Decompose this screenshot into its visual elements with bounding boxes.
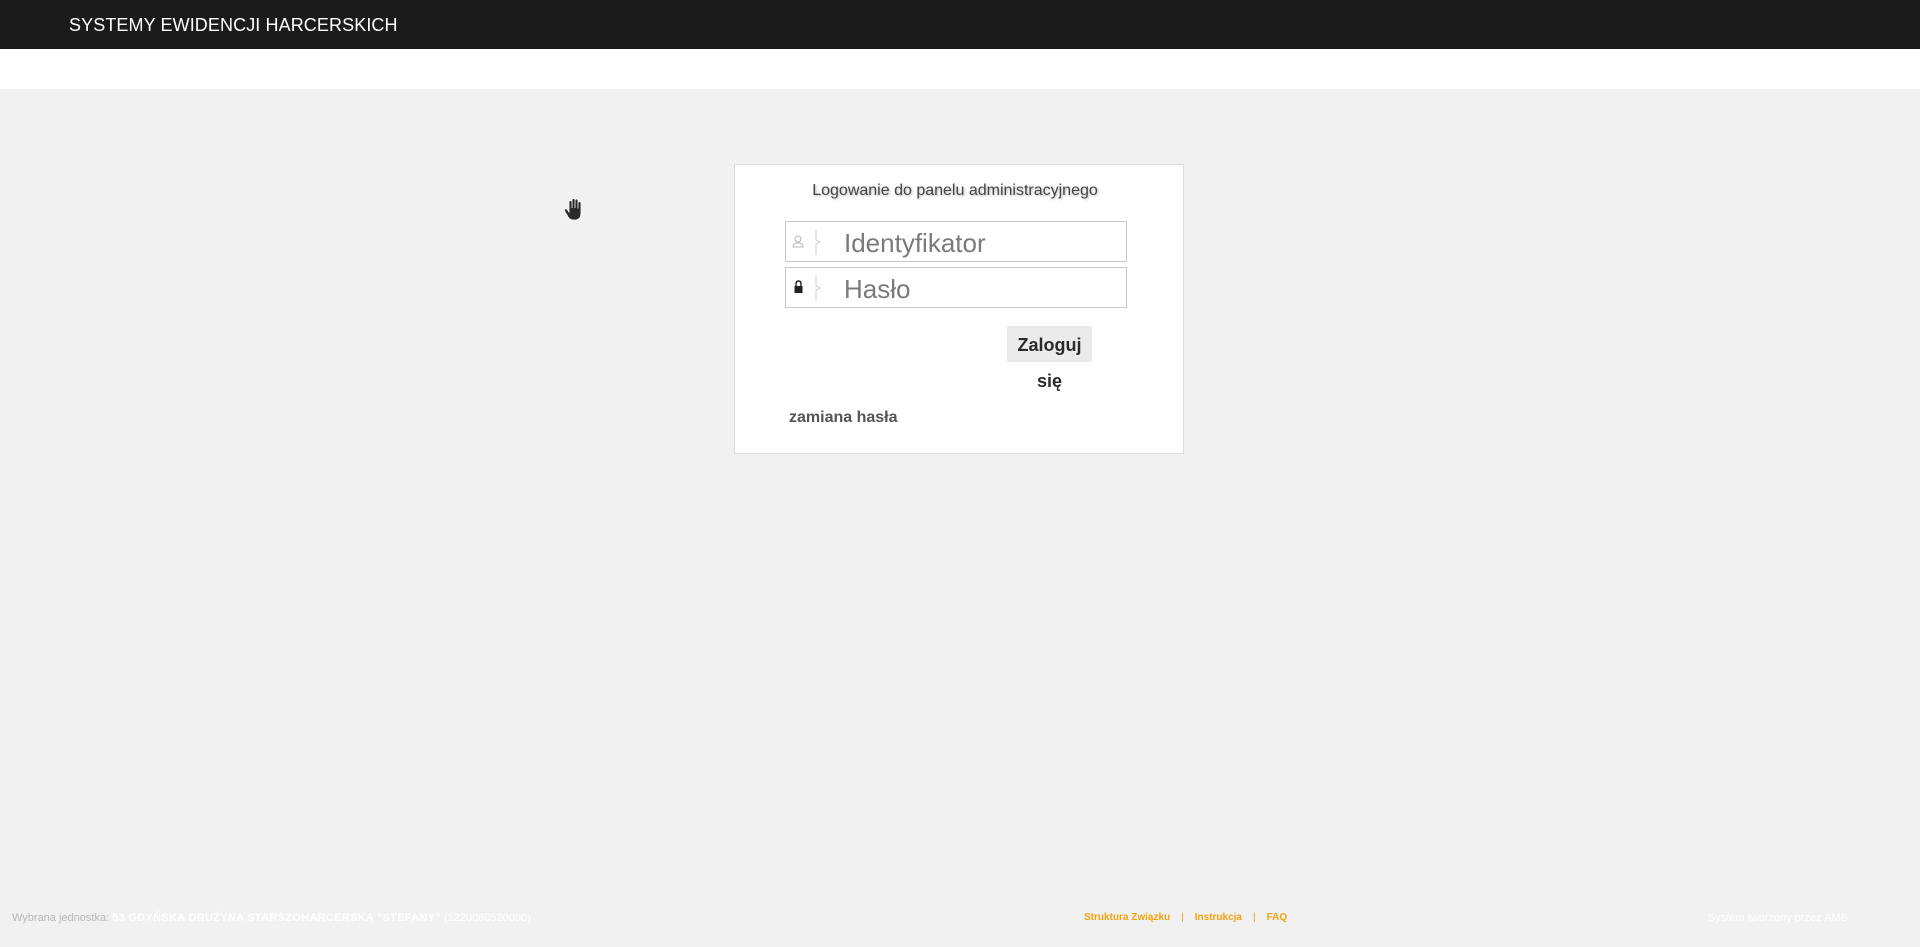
field-separator <box>815 229 822 255</box>
top-navigation-bar: SYSTEMY EWIDENCJI HARCERSKICH <box>0 0 1920 49</box>
footer-separator: | <box>1253 912 1256 923</box>
selected-unit-info: Wybrana jednostka: 53 GDYŃSKA DRUŻYNA ST… <box>12 912 531 924</box>
footer-links: Struktura Związku | Instrukcja | FAQ <box>1084 912 1287 923</box>
password-field[interactable]: Hasło <box>785 267 1127 308</box>
footer-link-structure[interactable]: Struktura Związku <box>1084 912 1170 923</box>
selected-unit-name: 53 GDYŃSKA DRUŻYNA STARSZOHARCERSKA "STE… <box>112 912 441 924</box>
change-password-link[interactable]: zamiana hasła <box>789 409 898 427</box>
footer-link-faq[interactable]: FAQ <box>1267 912 1288 923</box>
selected-unit-code: (1220060520000) <box>443 912 531 924</box>
footer-credits: System tworzony przez AMB <box>1708 912 1848 924</box>
login-title: Logowanie do panelu administracyjnego <box>812 182 1098 199</box>
username-input[interactable]: Identyfikator <box>844 228 986 259</box>
sub-header-bar <box>0 49 1920 89</box>
hand-cursor-icon <box>563 198 582 221</box>
field-separator <box>815 275 822 301</box>
password-input[interactable]: Hasło <box>844 274 910 305</box>
selected-unit-label: Wybrana jednostka: <box>12 912 110 924</box>
app-title: SYSTEMY EWIDENCJI HARCERSKICH <box>69 15 398 35</box>
login-panel: Logowanie do panelu administracyjnego Id… <box>734 164 1184 454</box>
footer-separator: | <box>1181 912 1184 923</box>
username-field[interactable]: Identyfikator <box>785 221 1127 262</box>
login-button[interactable]: Zaloguj się <box>1007 326 1092 391</box>
footer-link-instructions[interactable]: Instrukcja <box>1195 912 1242 923</box>
